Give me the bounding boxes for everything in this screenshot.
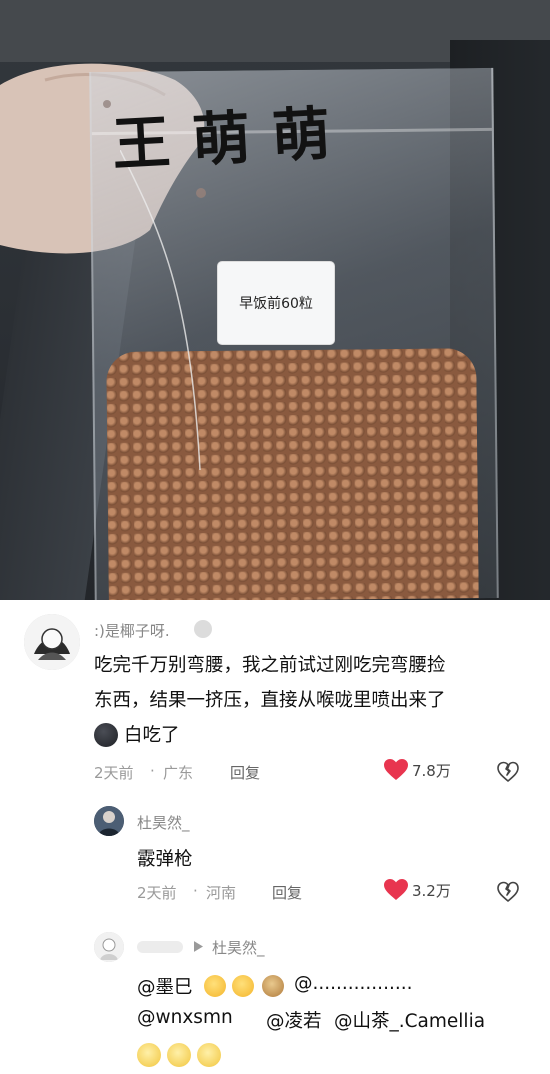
heart-icon: [384, 759, 408, 780]
post-photo[interactable]: 王萌萌 早饭前60粒: [0, 0, 550, 600]
comment-time: 2天前: [94, 764, 134, 782]
avatar-image: [94, 932, 124, 962]
comment-location: 河南: [206, 884, 237, 902]
emoji-icon: [94, 723, 118, 747]
meta-separator: ·: [193, 882, 198, 900]
avatar[interactable]: [94, 932, 124, 962]
comment-text-line: 白吃了: [124, 725, 180, 746]
mention[interactable]: @凌若: [266, 1007, 322, 1033]
mention[interactable]: @山茶_.Camellia: [334, 1007, 485, 1033]
comment-time: 2天前: [137, 884, 177, 902]
comment-username[interactable]: 杜昊然_: [137, 812, 190, 833]
emoji-icon: [204, 975, 226, 997]
like-button[interactable]: 3.2万: [384, 879, 451, 901]
like-button[interactable]: 7.8万: [384, 759, 451, 781]
reply-arrow-icon: [194, 941, 203, 952]
comment-text: 霰弹枪: [137, 849, 193, 870]
like-count: 7.8万: [412, 761, 451, 780]
mention[interactable]: @墨巳: [137, 973, 193, 999]
heart-icon: [384, 879, 408, 900]
broken-heart-icon[interactable]: [497, 761, 519, 783]
avatar[interactable]: [24, 614, 80, 670]
bag-label: 早饭前60粒: [218, 262, 334, 344]
avatar-image: [94, 806, 124, 836]
emoji-icon: [167, 1043, 191, 1067]
emoji-icon: [197, 1043, 221, 1067]
comment-text-line: 吃完千万别弯腰，我之前试过刚吃完弯腰捡: [94, 655, 446, 676]
emoji-icon: [262, 975, 284, 997]
emoji-icon: [137, 1043, 161, 1067]
mention[interactable]: @.................: [294, 973, 412, 994]
like-count: 3.2万: [412, 881, 451, 900]
reply-button[interactable]: 回复: [230, 762, 260, 783]
reply-button[interactable]: 回复: [272, 882, 302, 903]
comment-username[interactable]: :)是椰子呀.: [94, 620, 170, 641]
username-badge: [194, 620, 212, 638]
comment-location: 广东: [163, 764, 194, 782]
avatar[interactable]: [94, 806, 124, 836]
reply-to-username[interactable]: 杜昊然_: [212, 937, 265, 958]
comment-text-line: 东西，结果一挤压，直接从喉咙里喷出来了: [94, 690, 446, 711]
mention[interactable]: @wnxsmn: [137, 1007, 233, 1028]
emoji-icon: [232, 975, 254, 997]
meta-separator: ·: [150, 762, 155, 780]
handwritten-name: 王萌萌: [110, 98, 354, 179]
broken-heart-icon[interactable]: [497, 881, 519, 903]
blurred-username: [137, 941, 183, 953]
avatar-image: [24, 614, 80, 670]
